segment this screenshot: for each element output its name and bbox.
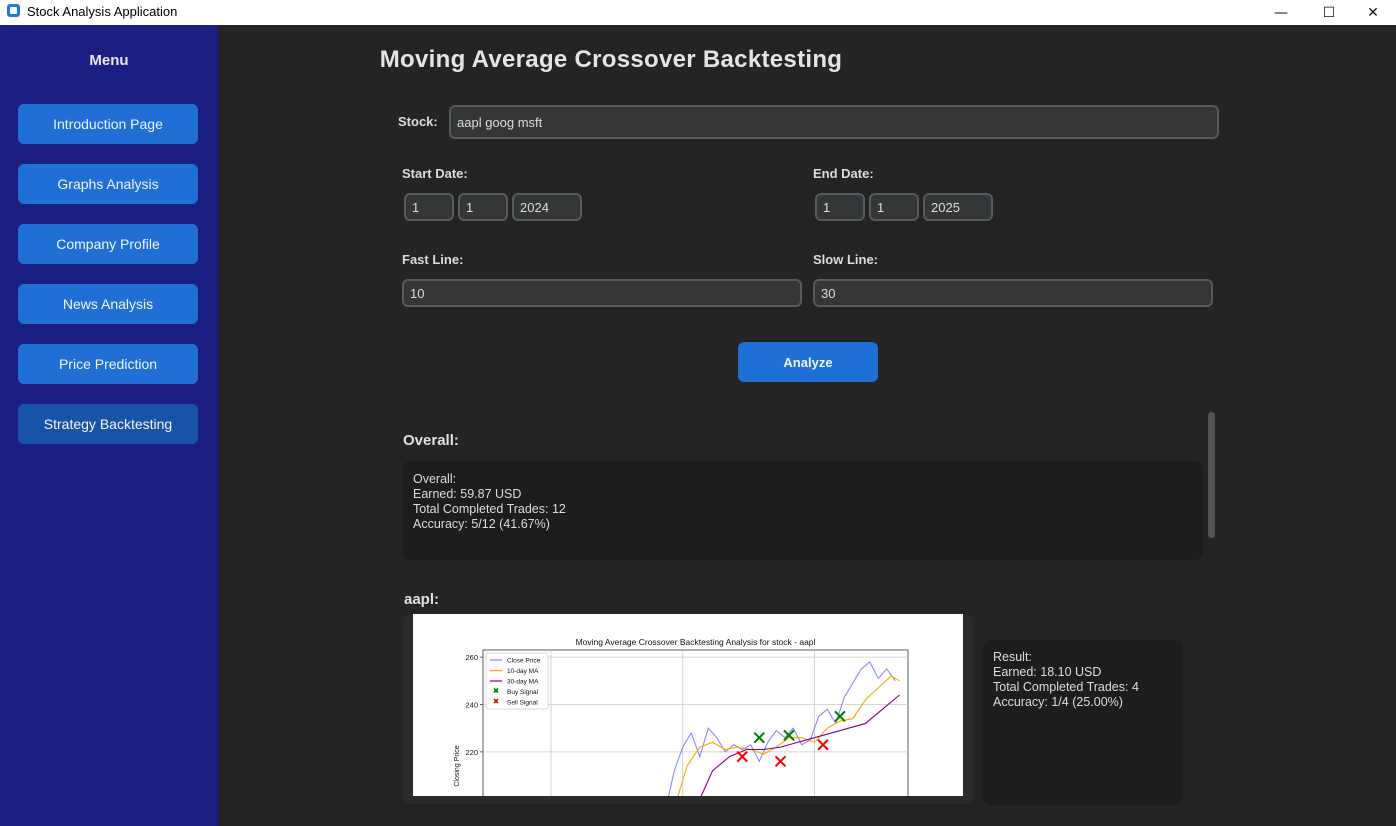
chart-legend-label: Sell Signal xyxy=(507,700,538,707)
stock-label: Stock: xyxy=(398,114,438,129)
chart-buy-signal-marker xyxy=(834,710,846,723)
window-title: Stock Analysis Application xyxy=(27,4,178,19)
start-month-input[interactable]: 1 xyxy=(404,193,454,221)
chart-title: Moving Average Crossover Backtesting Ana… xyxy=(576,637,816,647)
aapl-accuracy: Accuracy: 1/4 (25.00%) xyxy=(993,695,1123,709)
chart-legend-label: Buy Signal xyxy=(507,689,539,696)
chart-y-tick-label: 200 xyxy=(465,795,478,796)
chart-sell-signal-marker xyxy=(817,739,829,751)
start-date-label: Start Date: xyxy=(402,166,468,181)
end-month-input[interactable]: 1 xyxy=(815,193,865,221)
overall-trades: Total Completed Trades: 12 xyxy=(413,502,566,516)
chart-y-tick-label: 220 xyxy=(465,748,478,757)
page-title: Moving Average Crossover Backtesting xyxy=(379,46,843,73)
chart-legend-label: Close Price xyxy=(507,658,541,665)
end-day-input[interactable]: 1 xyxy=(869,193,919,221)
aapl-earned: Earned: 18.10 USD xyxy=(993,665,1102,679)
nav-introduction-page[interactable]: Introduction Page xyxy=(18,104,198,144)
sidebar: Menu Introduction Page Graphs Analysis C… xyxy=(0,25,218,826)
slow-line-input[interactable]: 30 xyxy=(813,279,1213,307)
aapl-result-panel: Result: Earned: 18.10 USD Total Complete… xyxy=(983,640,1183,805)
chart-series-30-day-ma xyxy=(697,694,900,804)
overall-earned: Earned: 59.87 USD xyxy=(413,487,522,501)
end-date-label: End Date: xyxy=(813,166,874,181)
menu-title: Menu xyxy=(89,52,129,69)
nav-news-analysis[interactable]: News Analysis xyxy=(18,284,198,324)
close-button[interactable]: ✕ xyxy=(1350,0,1396,25)
overall-summary-panel: Overall: Earned: 59.87 USD Total Complet… xyxy=(403,461,1203,560)
chart-y-axis-label: Closing Price xyxy=(454,745,461,786)
fast-line-input[interactable]: 10 xyxy=(402,279,802,307)
main-content: Moving Average Crossover Backtesting Sto… xyxy=(218,25,1396,826)
chart-y-tick-label: 240 xyxy=(465,700,478,709)
chart-sell-signal-marker xyxy=(774,755,787,768)
app-icon xyxy=(7,4,20,17)
chart-legend-label: 10-day MA xyxy=(507,668,539,675)
stock-input[interactable]: aapl goog msft xyxy=(449,105,1219,139)
start-year-input[interactable]: 2024 xyxy=(512,193,582,221)
aapl-trades: Total Completed Trades: 4 xyxy=(993,680,1139,694)
slow-line-label: Slow Line: xyxy=(813,252,878,267)
chart-series-close-price xyxy=(666,661,896,804)
chart-buy-signal-marker xyxy=(753,731,765,744)
overall-line: Overall: xyxy=(413,472,457,486)
chart-y-tick-label: 260 xyxy=(465,653,478,662)
aapl-chart-frame: Moving Average Crossover Backtesting Ana… xyxy=(403,614,973,804)
fast-line-label: Fast Line: xyxy=(402,252,464,267)
end-year-input[interactable]: 2025 xyxy=(923,193,993,221)
analyze-button[interactable]: Analyze xyxy=(738,342,878,382)
aapl-chart-svg: Moving Average Crossover Backtesting Ana… xyxy=(454,637,909,804)
nav-price-prediction[interactable]: Price Prediction xyxy=(18,344,198,384)
aapl-chart: Moving Average Crossover Backtesting Ana… xyxy=(413,614,963,804)
nav-strategy-backtesting[interactable]: Strategy Backtesting xyxy=(18,404,198,444)
chart-buy-signal-marker xyxy=(783,729,795,741)
start-day-input[interactable]: 1 xyxy=(458,193,508,221)
chart-sell-signal-marker xyxy=(736,750,748,763)
aapl-heading: aapl: xyxy=(404,591,440,608)
window-title-bar: Stock Analysis Application — ☐ ✕ xyxy=(0,0,1396,25)
overall-heading: Overall: xyxy=(403,432,459,449)
maximize-button[interactable]: ☐ xyxy=(1306,0,1352,25)
minimize-button[interactable]: — xyxy=(1258,0,1304,25)
aapl-result-line: Result: xyxy=(993,650,1032,664)
chart-legend-label: 30-day MA xyxy=(507,679,539,686)
nav-company-profile[interactable]: Company Profile xyxy=(18,224,198,264)
nav-graphs-analysis[interactable]: Graphs Analysis xyxy=(18,164,198,204)
overall-accuracy: Accuracy: 5/12 (41.67%) xyxy=(413,517,550,531)
results-scrollbar[interactable] xyxy=(1208,412,1215,538)
